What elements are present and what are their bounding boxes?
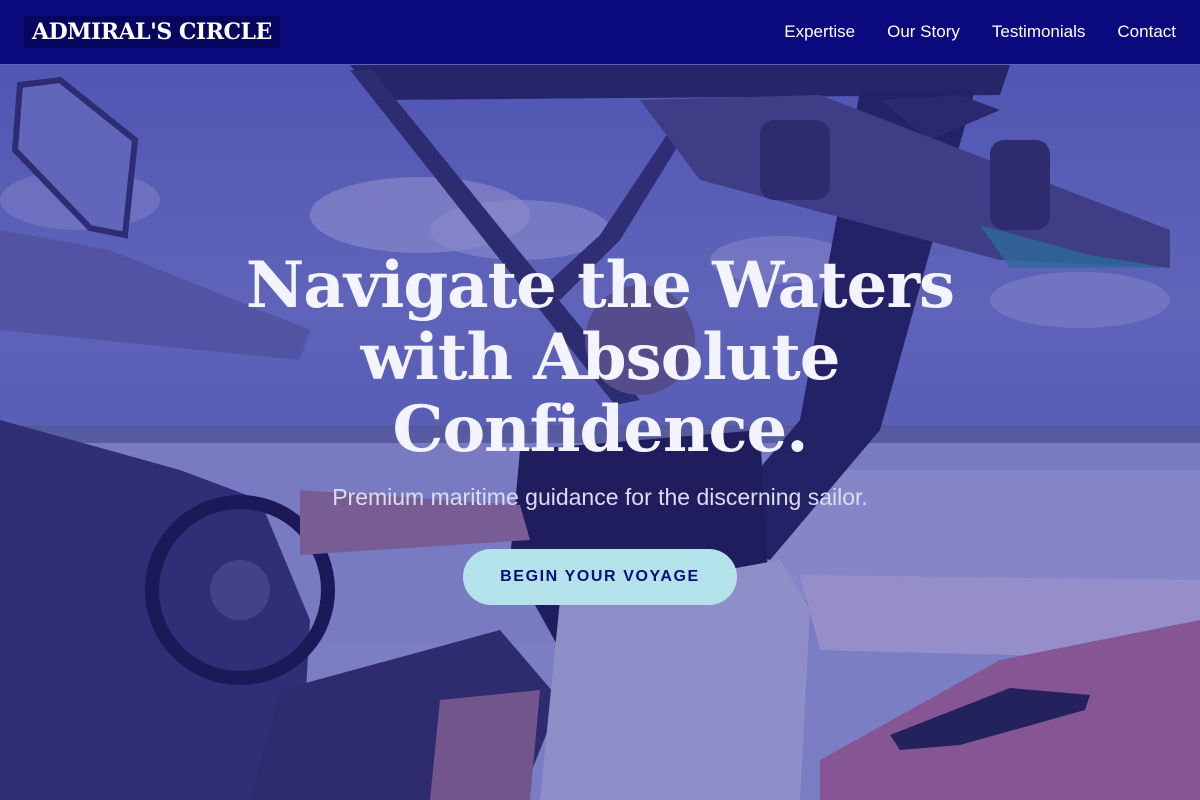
- hero-subtitle: Premium maritime guidance for the discer…: [332, 484, 868, 510]
- nav-link-testimonials[interactable]: Testimonials: [992, 22, 1086, 42]
- hero-section: Navigate the Waters with Absolute Confid…: [0, 250, 1200, 605]
- nav-link-contact[interactable]: Contact: [1117, 22, 1176, 42]
- top-navbar: ADMIRAL'S CIRCLE Expertise Our Story Tes…: [0, 0, 1200, 64]
- nav-link-our-story[interactable]: Our Story: [887, 22, 960, 42]
- hero-title: Navigate the Waters with Absolute Confid…: [245, 248, 955, 467]
- nav-link-expertise[interactable]: Expertise: [784, 22, 855, 42]
- brand-logo[interactable]: ADMIRAL'S CIRCLE: [24, 16, 280, 48]
- begin-voyage-button[interactable]: BEGIN YOUR VOYAGE: [463, 549, 737, 605]
- main-nav: Expertise Our Story Testimonials Contact: [784, 22, 1176, 42]
